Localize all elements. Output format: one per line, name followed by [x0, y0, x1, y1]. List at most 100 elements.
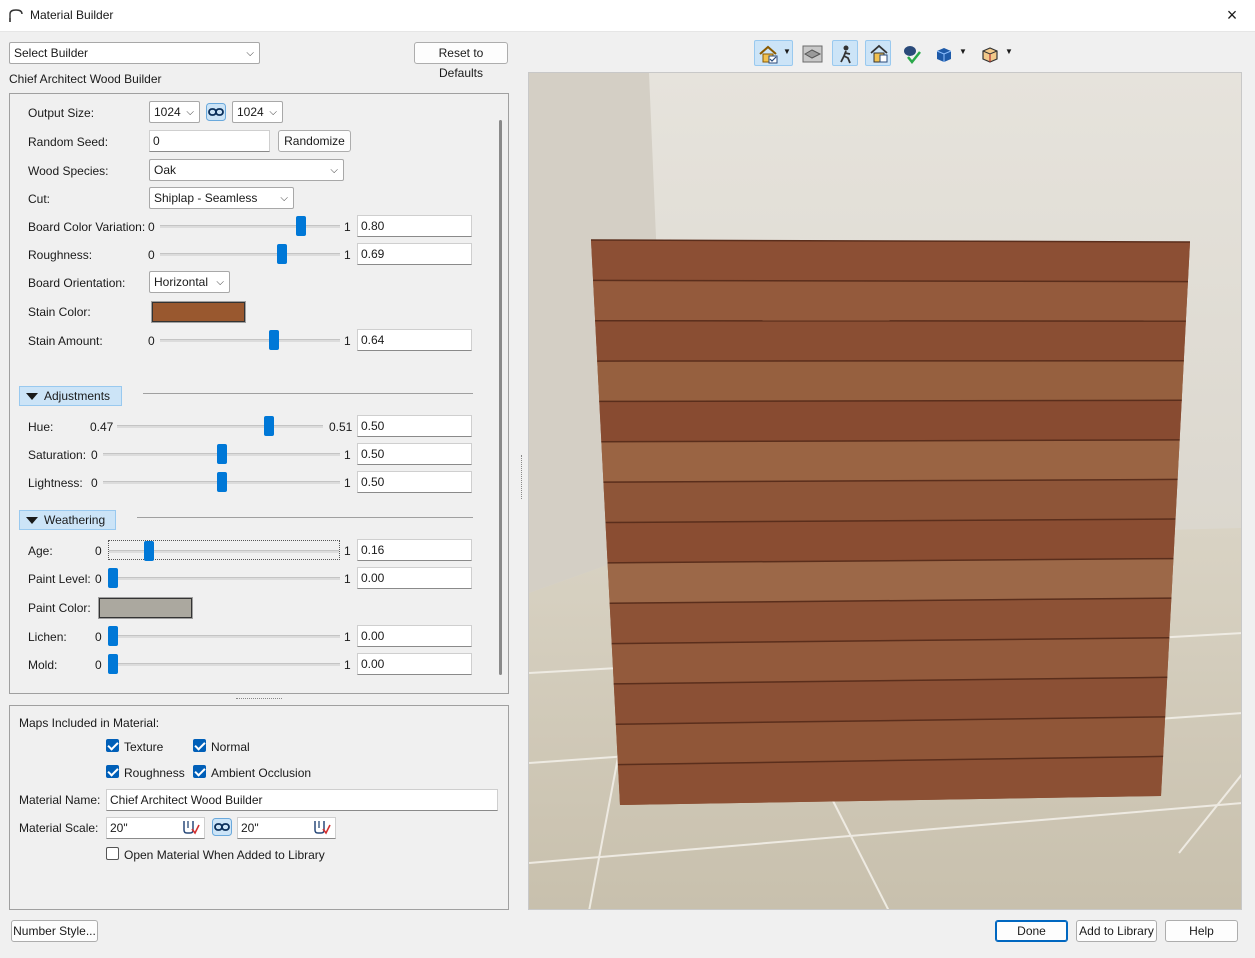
board-color-variation-input[interactable]: 0.80 — [357, 215, 472, 237]
slider-thumb[interactable] — [216, 444, 227, 464]
age-slider[interactable] — [108, 540, 340, 561]
slider-thumb[interactable] — [108, 568, 118, 588]
help-button[interactable]: Help — [1165, 920, 1238, 942]
lichen-slider[interactable] — [108, 626, 340, 646]
slider-max-label: 1 — [344, 448, 351, 462]
randomize-button[interactable]: Randomize — [278, 130, 351, 152]
roughness-map-checkbox[interactable] — [106, 765, 119, 778]
weathering-section-toggle[interactable]: Weathering — [19, 510, 116, 530]
house-view-button[interactable]: ▼ — [754, 40, 793, 66]
app-icon — [9, 9, 23, 22]
paint-color-swatch[interactable] — [98, 597, 193, 619]
cut-label: Cut: — [28, 192, 51, 206]
material-name-input[interactable]: Chief Architect Wood Builder — [106, 789, 498, 811]
walkthrough-button[interactable] — [832, 40, 858, 66]
properties-scrollbar[interactable] — [499, 120, 502, 675]
mold-slider[interactable] — [108, 654, 340, 674]
panel-splitter-grip[interactable] — [236, 698, 282, 700]
caliper-icon[interactable] — [182, 819, 200, 835]
box-outline-button[interactable]: ▼ — [976, 40, 1016, 66]
slider-thumb[interactable] — [264, 416, 274, 436]
builder-select[interactable]: Select Builder ⌵ — [9, 42, 260, 64]
saturation-input[interactable]: 0.50 — [357, 443, 472, 465]
roughness-input[interactable]: 0.69 — [357, 243, 472, 265]
cut-value: Shiplap - Seamless — [154, 191, 258, 205]
mold-input[interactable]: 0.00 — [357, 653, 472, 675]
chevron-down-icon: ⌵ — [280, 193, 288, 204]
hue-input[interactable]: 0.50 — [357, 415, 472, 437]
lightness-input[interactable]: 0.50 — [357, 471, 472, 493]
paint-level-input[interactable]: 0.00 — [357, 567, 472, 589]
chevron-down-icon: ⌵ — [186, 107, 194, 118]
stain-color-label: Stain Color: — [28, 305, 91, 319]
paint-color-label: Paint Color: — [28, 601, 91, 615]
link-icon[interactable] — [206, 103, 226, 121]
builder-name-label: Chief Architect Wood Builder — [9, 72, 162, 86]
chevron-down-icon: ▼ — [959, 47, 967, 56]
slider-thumb[interactable] — [268, 330, 279, 350]
vertical-splitter-grip[interactable] — [521, 455, 524, 499]
board-orientation-select[interactable]: Horizontal ⌵ — [149, 271, 230, 293]
slider-max-label: 1 — [344, 334, 351, 348]
slider-thumb[interactable] — [277, 244, 288, 264]
collapse-triangle-icon — [26, 393, 38, 400]
add-to-library-button[interactable]: Add to Library — [1076, 920, 1157, 942]
cube-view-button[interactable]: ▼ — [930, 40, 970, 66]
material-layer-button[interactable] — [799, 40, 825, 66]
slider-min-label: 0 — [148, 220, 155, 234]
slider-thumb[interactable] — [296, 216, 306, 236]
paint-level-slider[interactable] — [108, 568, 340, 588]
slider-thumb[interactable] — [108, 654, 118, 674]
stain-amount-slider[interactable] — [160, 330, 340, 350]
close-icon[interactable]: × — [1221, 4, 1243, 26]
slider-thumb[interactable] — [144, 541, 155, 561]
wood-board — [601, 439, 1180, 483]
adjustments-section-toggle[interactable]: Adjustments — [19, 386, 122, 406]
slider-min-label: 0.47 — [90, 420, 114, 434]
slider-thumb[interactable] — [108, 626, 118, 646]
house-view-icon — [759, 45, 778, 64]
wood-species-select[interactable]: Oak ⌵ — [149, 159, 344, 181]
wood-board — [595, 320, 1186, 362]
lichen-label: Lichen: — [28, 630, 67, 644]
slider-min-label: 0 — [95, 658, 102, 672]
random-seed-input[interactable]: 0 — [149, 130, 270, 152]
slider-thumb[interactable] — [216, 472, 227, 492]
link-icon[interactable] — [212, 818, 232, 836]
board-color-variation-label: Board Color Variation: — [28, 220, 146, 234]
saturation-slider[interactable] — [103, 444, 340, 464]
chevron-down-icon: ⌵ — [216, 277, 224, 288]
board-color-variation-slider[interactable] — [160, 216, 340, 236]
accept-checkmark-button[interactable] — [898, 40, 924, 66]
hue-slider[interactable] — [117, 416, 323, 436]
wood-board — [603, 479, 1178, 523]
slider-max-label: 1 — [344, 544, 351, 558]
done-button[interactable]: Done — [995, 920, 1068, 942]
texture-checkbox[interactable] — [106, 739, 119, 752]
title-bar: Material Builder × — [0, 0, 1255, 32]
cut-select[interactable]: Shiplap - Seamless ⌵ — [149, 187, 294, 209]
preview-scene — [529, 73, 1241, 909]
slider-min-label: 0 — [95, 572, 102, 586]
house-check-button[interactable] — [865, 40, 891, 66]
paint-level-label: Paint Level: — [28, 572, 91, 586]
age-input[interactable]: 0.16 — [357, 539, 472, 561]
output-width-select[interactable]: 1024 ⌵ — [149, 101, 200, 123]
stain-amount-input[interactable]: 0.64 — [357, 329, 472, 351]
lichen-input[interactable]: 0.00 — [357, 625, 472, 647]
stain-color-swatch[interactable] — [151, 301, 246, 323]
ambient-occlusion-label: Ambient Occlusion — [211, 766, 312, 780]
material-preview[interactable] — [528, 72, 1242, 910]
caliper-icon[interactable] — [313, 819, 331, 835]
slider-max-label: 1 — [344, 658, 351, 672]
open-when-added-checkbox[interactable] — [106, 847, 119, 860]
roughness-slider[interactable] — [160, 244, 340, 264]
normal-checkbox[interactable] — [193, 739, 206, 752]
lightness-slider[interactable] — [103, 472, 340, 492]
reset-defaults-button[interactable]: Reset to Defaults — [414, 42, 508, 80]
ambient-occlusion-checkbox[interactable] — [193, 765, 206, 778]
number-style-button[interactable]: Number Style... — [11, 920, 98, 942]
board-orientation-value: Horizontal — [154, 275, 209, 289]
texture-label: Texture — [124, 740, 164, 754]
output-height-select[interactable]: 1024 ⌵ — [232, 101, 283, 123]
